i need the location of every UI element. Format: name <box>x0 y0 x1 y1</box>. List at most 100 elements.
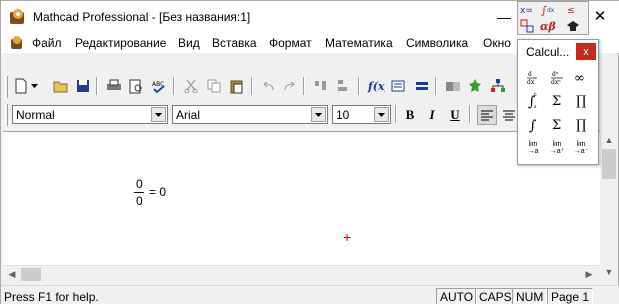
vertical-scroll-thumb[interactable] <box>602 149 616 179</box>
menu-file[interactable]: Файл <box>32 36 62 50</box>
toolbar-separator <box>469 105 471 123</box>
chevron-down-icon[interactable] <box>374 107 389 122</box>
definite-integral-icon[interactable]: ∫ b a <box>522 90 544 110</box>
page-indicator: Page 1 <box>547 288 594 304</box>
numerator: 0 <box>136 177 143 191</box>
menu-insert[interactable]: Вставка <box>212 36 257 50</box>
calculate-icon[interactable] <box>412 76 432 96</box>
toolbar-separator <box>435 77 437 95</box>
scroll-left-icon[interactable]: ◀ <box>5 268 19 281</box>
undo-icon[interactable] <box>258 76 278 96</box>
font-size-select[interactable]: 10 <box>332 105 391 124</box>
menu-math[interactable]: Математика <box>325 36 393 50</box>
menu-symbolics[interactable]: Символика <box>406 36 468 50</box>
auto-indicator: AUTO <box>436 288 478 304</box>
print-preview-icon[interactable] <box>126 76 146 96</box>
limit-left-icon[interactable]: lim →a⁻ <box>570 138 592 158</box>
product-icon[interactable]: ∏ <box>570 114 592 134</box>
align-left-icon[interactable] <box>333 76 353 96</box>
svg-text:f(x): f(x) <box>367 80 385 93</box>
menu-edit[interactable]: Редактирование <box>75 36 166 50</box>
svg-text:∏: ∏ <box>576 94 586 109</box>
minimize-button[interactable]: — <box>493 7 515 27</box>
svg-text:dxⁿ: dxⁿ <box>551 79 561 86</box>
toolbar-separator <box>358 77 360 95</box>
style-select[interactable]: Normal <box>12 105 168 124</box>
scroll-up-icon[interactable]: ▲ <box>602 133 616 147</box>
chevron-down-icon[interactable] <box>151 107 166 122</box>
svg-text:≤: ≤ <box>567 6 575 16</box>
calculus-palette-close-button[interactable]: x <box>576 43 596 60</box>
menu-window[interactable]: Окно <box>483 36 511 50</box>
status-bar: Press F1 for help. AUTO CAPS NUM Page 1 <box>1 285 619 304</box>
svg-text:∞: ∞ <box>574 72 585 84</box>
mathcad-window: Mathcad Professional - [Без названия:1] … <box>0 0 619 304</box>
toolbar-grip[interactable] <box>5 104 8 126</box>
underline-button[interactable]: U <box>445 105 465 125</box>
svg-text:x=: x= <box>520 6 533 16</box>
copy-icon[interactable] <box>204 76 224 96</box>
svg-text:αβ: αβ <box>540 20 556 33</box>
font-select[interactable]: Arial <box>172 105 328 124</box>
document-icon[interactable] <box>9 35 25 51</box>
worksheet-area[interactable]: 0 0 = 0 + <box>3 131 600 265</box>
toolbar-separator <box>395 105 397 123</box>
caps-indicator: CAPS <box>475 288 516 304</box>
horizontal-scrollbar[interactable]: ◀ ▶ <box>3 265 600 282</box>
toolbar-grip[interactable] <box>5 76 8 98</box>
evaluation-toolbar-icon[interactable]: x= <box>519 2 537 18</box>
crosshair-cursor: + <box>343 229 352 245</box>
toolbar-separator <box>303 77 305 95</box>
resource-center-icon[interactable] <box>465 76 485 96</box>
summation-icon[interactable]: Σ <box>546 114 568 134</box>
greek-toolbar-icon[interactable]: αβ <box>540 18 558 34</box>
network-icon[interactable] <box>488 76 508 96</box>
chevron-down-icon[interactable] <box>29 76 39 96</box>
chevron-down-icon[interactable] <box>311 107 326 122</box>
mathcad-app-icon[interactable] <box>9 8 27 26</box>
open-folder-icon[interactable] <box>51 76 71 96</box>
close-button[interactable]: ✕ <box>589 7 611 27</box>
product-range-icon[interactable]: ∏ <box>570 90 592 110</box>
horizontal-scroll-thumb[interactable] <box>21 268 41 281</box>
math-palette-toolbar: x= ∫ dx ≤ αβ <box>517 1 589 35</box>
indefinite-integral-icon[interactable]: ∫ <box>522 114 544 134</box>
spell-check-icon[interactable]: ABC <box>149 76 169 96</box>
derivative-icon[interactable]: d dx <box>522 68 544 88</box>
insert-function-icon[interactable]: f(x) <box>366 76 386 96</box>
bold-button[interactable]: B <box>400 105 420 125</box>
vertical-scrollbar[interactable]: ▲ ▼ <box>600 131 618 282</box>
nth-derivative-icon[interactable]: dⁿ dxⁿ <box>546 68 568 88</box>
scroll-down-icon[interactable]: ▼ <box>602 265 616 279</box>
limit-icon[interactable]: lim →a <box>522 138 544 158</box>
paste-icon[interactable] <box>227 76 247 96</box>
italic-button[interactable]: I <box>422 105 442 125</box>
programming-toolbar-icon[interactable] <box>519 18 537 34</box>
menu-view[interactable]: Вид <box>178 36 200 50</box>
calculus-palette-header[interactable]: Calcul... x <box>518 40 598 62</box>
cut-icon[interactable] <box>181 76 201 96</box>
menu-format[interactable]: Формат <box>269 36 312 50</box>
align-center-text-icon[interactable] <box>499 105 519 125</box>
boolean-toolbar-icon[interactable]: ≤ <box>564 2 582 18</box>
component-icon[interactable] <box>443 76 463 96</box>
align-top-icon[interactable] <box>311 76 331 96</box>
calculus-toolbar-icon[interactable]: ∫ dx <box>540 2 558 18</box>
infinity-icon[interactable]: ∞ <box>570 68 592 88</box>
align-left-text-icon[interactable] <box>477 105 497 125</box>
new-document-icon[interactable] <box>11 76 31 96</box>
svg-text:dx: dx <box>527 79 535 86</box>
limit-right-icon[interactable]: lim →a⁺ <box>546 138 568 158</box>
font-size-value: 10 <box>336 108 350 122</box>
svg-text:dⁿ: dⁿ <box>552 71 559 78</box>
svg-text:∫: ∫ <box>529 118 536 133</box>
symbolic-toolbar-icon[interactable] <box>564 18 582 34</box>
window-title: Mathcad Professional - [Без названия:1] <box>33 10 251 24</box>
insert-unit-icon[interactable] <box>389 76 409 96</box>
save-icon[interactable] <box>73 76 93 96</box>
svg-text:∏: ∏ <box>576 118 586 133</box>
summation-range-icon[interactable]: Σ <box>546 90 568 110</box>
print-icon[interactable] <box>104 76 124 96</box>
redo-icon[interactable] <box>280 76 300 96</box>
scroll-right-icon[interactable]: ▶ <box>582 268 596 281</box>
